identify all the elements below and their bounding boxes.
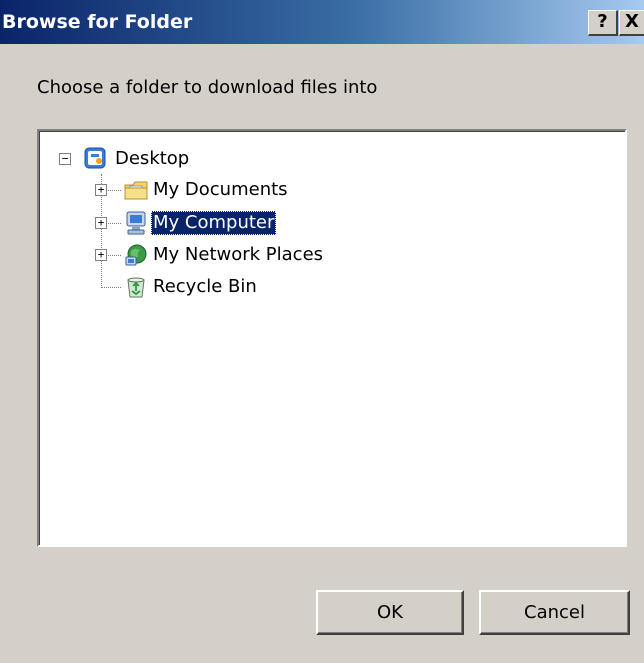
tree-node-label: Recycle Bin <box>153 276 257 297</box>
window-title: Browse for Folder <box>2 11 193 33</box>
tree-node-my-computer[interactable]: + My Computer <box>39 210 439 238</box>
expand-icon[interactable]: + <box>95 184 107 196</box>
title-bar[interactable]: Browse for Folder ? X <box>0 0 644 44</box>
tree-node-label: My Documents <box>153 179 288 200</box>
computer-icon <box>123 210 149 236</box>
help-button[interactable]: ? <box>588 10 618 36</box>
desktop-icon <box>82 145 108 171</box>
tree-node-my-documents[interactable]: + My Documents <box>39 177 439 205</box>
tree-node-label: My Computer <box>151 211 277 235</box>
cancel-button[interactable]: Cancel <box>479 590 630 635</box>
collapse-icon[interactable]: − <box>59 153 71 165</box>
tree-node-label: My Network Places <box>153 244 324 265</box>
expand-icon[interactable]: + <box>95 249 107 261</box>
folder-tree[interactable]: − Desktop + My Documents + My Computer +… <box>37 129 627 547</box>
tree-node-label: Desktop <box>115 148 190 169</box>
browse-for-folder-dialog: Browse for Folder ? X Choose a folder to… <box>0 0 644 663</box>
ok-button[interactable]: OK <box>316 590 464 635</box>
tree-node-recycle-bin[interactable]: Recycle Bin <box>39 274 439 302</box>
recycle-bin-icon <box>123 274 149 300</box>
dialog-prompt: Choose a folder to download files into <box>37 77 378 98</box>
tree-node-my-network-places[interactable]: + My Network Places <box>39 242 439 270</box>
documents-folder-icon <box>123 177 149 203</box>
tree-node-desktop[interactable]: − Desktop <box>39 145 339 173</box>
expand-icon[interactable]: + <box>95 217 107 229</box>
close-button[interactable]: X <box>619 10 644 36</box>
network-places-icon <box>123 242 149 268</box>
